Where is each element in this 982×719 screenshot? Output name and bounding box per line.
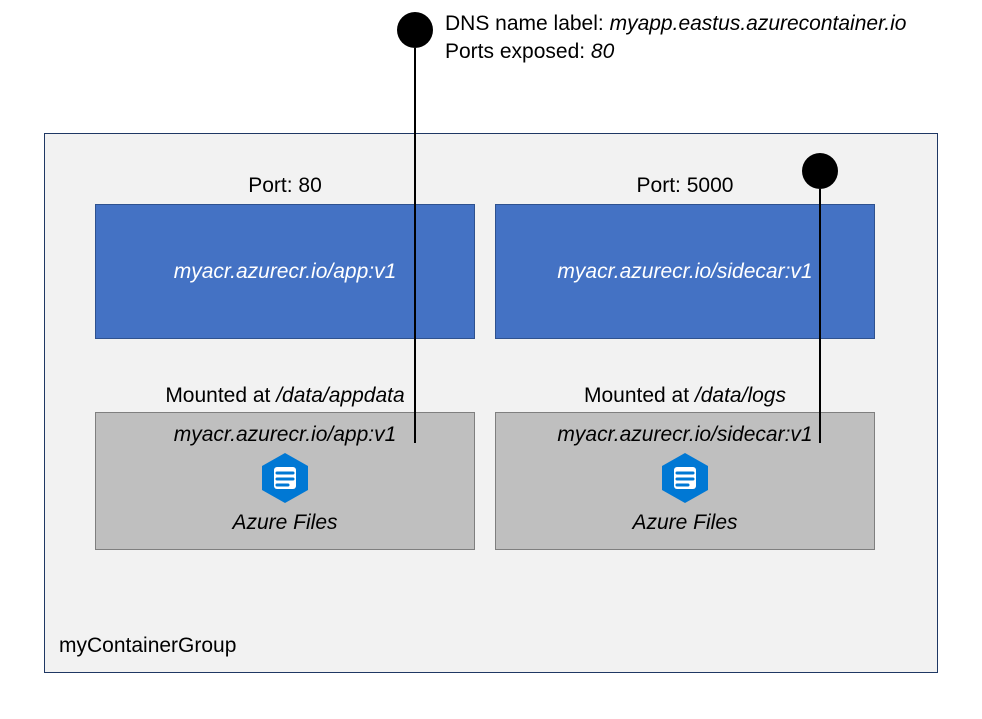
ports-label-text: Ports exposed: bbox=[445, 40, 591, 63]
container-sidecar-image: myacr.azurecr.io/sidecar:v1 bbox=[557, 260, 812, 284]
dns-label-text: DNS name label: bbox=[445, 12, 610, 35]
container-group-name: myContainerGroup bbox=[59, 634, 236, 658]
container-sidecar-files-title: myacr.azurecr.io/sidecar:v1 bbox=[502, 423, 868, 447]
container-app-files-caption: Azure Files bbox=[102, 511, 468, 535]
container-sidecar-files-caption: Azure Files bbox=[502, 511, 868, 535]
azure-files-icon bbox=[102, 451, 468, 505]
container-app-mount: Mounted at /data/appdata bbox=[95, 384, 475, 408]
container-group: Port: 80 myacr.azurecr.io/app:v1 Mounted… bbox=[44, 133, 938, 673]
container-sidecar-box: myacr.azurecr.io/sidecar:v1 bbox=[495, 204, 875, 339]
azure-files-icon bbox=[502, 451, 868, 505]
container-sidecar-mount: Mounted at /data/logs bbox=[495, 384, 875, 408]
mount-prefix: Mounted at bbox=[584, 384, 695, 407]
container-sidecar-column: Port: 5000 myacr.azurecr.io/sidecar:v1 M… bbox=[495, 174, 875, 550]
mount-path: /data/logs bbox=[695, 384, 786, 407]
container-app-image: myacr.azurecr.io/app:v1 bbox=[174, 260, 397, 284]
external-to-app-line bbox=[414, 48, 416, 443]
sidecar-port-line bbox=[819, 189, 821, 443]
container-sidecar-files-box: myacr.azurecr.io/sidecar:v1 Azure Files bbox=[495, 412, 875, 550]
external-endpoint-info: DNS name label: myapp.eastus.azurecontai… bbox=[445, 10, 906, 67]
internal-endpoint-dot bbox=[802, 153, 838, 189]
mount-prefix: Mounted at bbox=[165, 384, 276, 407]
container-app-files-box: myacr.azurecr.io/app:v1 Azure Files bbox=[95, 412, 475, 550]
mount-path: /data/appdata bbox=[276, 384, 404, 407]
dns-label-value: myapp.eastus.azurecontainer.io bbox=[610, 12, 907, 35]
container-app-port: Port: 80 bbox=[95, 174, 475, 198]
container-app-column: Port: 80 myacr.azurecr.io/app:v1 Mounted… bbox=[95, 174, 475, 550]
container-app-box: myacr.azurecr.io/app:v1 bbox=[95, 204, 475, 339]
ports-value: 80 bbox=[591, 40, 614, 63]
external-endpoint-dot bbox=[397, 12, 433, 48]
